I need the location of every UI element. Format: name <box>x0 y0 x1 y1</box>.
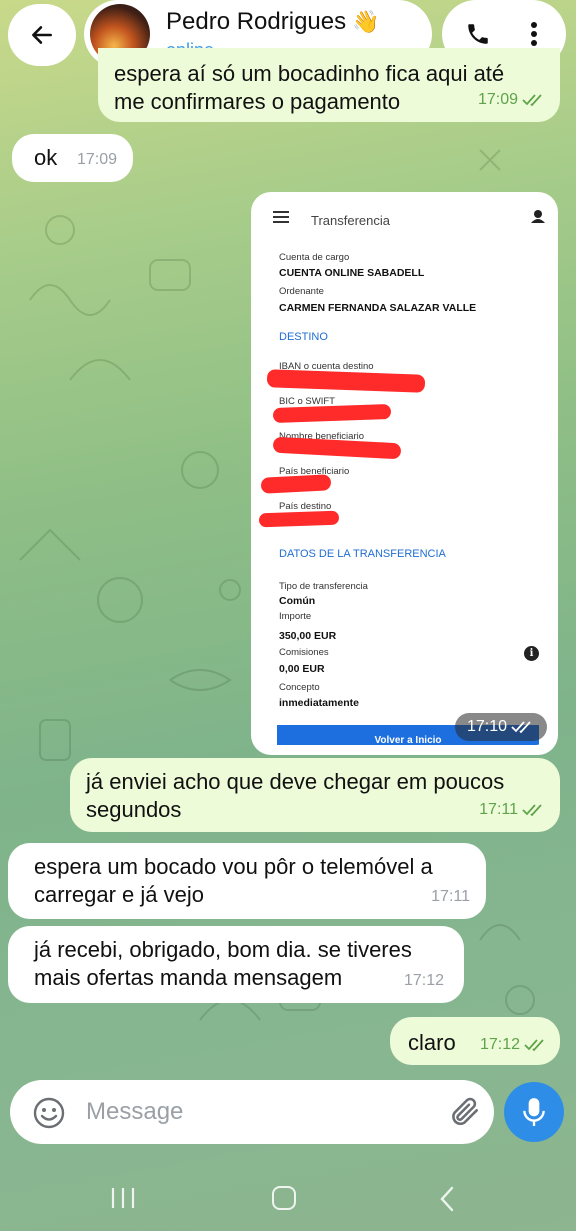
message-meta: 17:12 <box>404 967 444 995</box>
message-meta: 17:09 <box>478 86 546 114</box>
message-input[interactable] <box>86 1094 416 1130</box>
section-heading: DATOS DE LA TRANSFERENCIA <box>279 548 446 560</box>
double-check-icon <box>524 1039 544 1052</box>
message-bubble[interactable]: já enviei acho que deve chegar em poucos… <box>70 758 560 832</box>
more-vert-icon <box>531 22 537 46</box>
home-icon[interactable] <box>272 1186 296 1210</box>
system-navigation-bar <box>0 1160 576 1231</box>
info-icon: i <box>524 646 539 661</box>
user-icon <box>531 210 545 223</box>
image-message[interactable]: Transferencia Cuenta de cargo CUENTA ONL… <box>251 192 558 755</box>
message-bubble[interactable]: claro 17:12 <box>390 1017 560 1065</box>
field-value: 0,00 EUR <box>279 663 325 675</box>
double-check-icon <box>511 721 531 734</box>
field-label: Ordenante <box>279 286 324 297</box>
image-message-time: 17:10 <box>455 713 547 741</box>
waving-hand-emoji: 👋 <box>352 9 380 34</box>
message-composer <box>10 1080 494 1144</box>
message-text: espera aí só um bocadinho fica aqui até <box>114 61 505 86</box>
redaction-mark <box>259 510 340 528</box>
message-meta: 17:09 <box>77 146 117 174</box>
field-value: Común <box>279 595 316 607</box>
voice-record-button[interactable] <box>504 1082 564 1142</box>
paperclip-icon <box>452 1097 479 1126</box>
redaction-mark <box>260 474 332 494</box>
microphone-icon <box>523 1098 545 1126</box>
redaction-mark <box>272 403 392 424</box>
hamburger-menu-icon <box>273 211 289 223</box>
back-button[interactable] <box>8 4 76 66</box>
field-value: CUENTA ONLINE SABADELL <box>279 267 425 279</box>
contact-name: Pedro Rodrigues 👋 <box>166 8 380 35</box>
attach-button[interactable] <box>447 1094 481 1133</box>
field-label: Comisiones <box>279 647 329 658</box>
message-bubble[interactable]: ok 17:09 <box>12 134 133 182</box>
field-label: Importe <box>279 611 312 622</box>
redaction-mark <box>272 436 402 460</box>
message-time: 17:09 <box>477 91 518 108</box>
message-time: 17:12 <box>403 972 444 989</box>
bank-transfer-screenshot[interactable]: Transferencia Cuenta de cargo CUENTA ONL… <box>259 200 550 745</box>
message-bubble[interactable]: espera aí só um bocadinho fica aqui até … <box>98 48 560 122</box>
nav-back-icon[interactable] <box>438 1186 456 1212</box>
message-time: 17:10 <box>466 718 508 735</box>
double-check-icon <box>522 94 542 107</box>
message-text: já recebi, obrigado, bom dia. se tiveres <box>34 937 412 962</box>
message-meta: 17:11 <box>431 883 470 911</box>
message-text: carregar e já vejo <box>34 882 204 907</box>
message-text: já enviei acho que deve chegar em poucos <box>86 769 505 794</box>
redaction-mark <box>266 369 426 393</box>
field-value: 350,00 EUR <box>279 630 337 642</box>
message-time: 17:12 <box>479 1036 520 1053</box>
phone-icon <box>468 24 488 44</box>
field-label: Cuenta de cargo <box>279 252 350 263</box>
message-text: espera um bocado vou pôr o telemóvel a <box>34 854 433 879</box>
screenshot-header: Transferencia <box>259 200 550 236</box>
screenshot-title: Transferencia <box>311 213 390 228</box>
message-time: 17:11 <box>431 888 470 905</box>
message-text: mais ofertas manda mensagem <box>34 965 343 990</box>
field-value: inmediatamente <box>279 697 359 709</box>
message-meta: 17:11 <box>479 796 546 824</box>
message-time: 17:11 <box>479 801 518 818</box>
message-meta: 17:12 <box>480 1031 548 1059</box>
double-check-icon <box>522 804 542 817</box>
emoji-icon <box>33 1097 65 1129</box>
emoji-button[interactable] <box>32 1096 66 1135</box>
back-arrow-icon <box>32 26 52 44</box>
field-value: CARMEN FERNANDA SALAZAR VALLE <box>279 302 477 314</box>
field-label: Concepto <box>279 682 320 693</box>
section-heading: DESTINO <box>279 331 328 343</box>
field-label: Tipo de transferencia <box>279 581 368 592</box>
message-bubble[interactable]: já recebi, obrigado, bom dia. se tiveres… <box>8 926 464 1003</box>
recents-icon[interactable] <box>110 1188 136 1208</box>
message-bubble[interactable]: espera um bocado vou pôr o telemóvel a c… <box>8 843 486 919</box>
message-time: 17:09 <box>76 151 117 168</box>
message-text: segundos <box>86 797 182 822</box>
